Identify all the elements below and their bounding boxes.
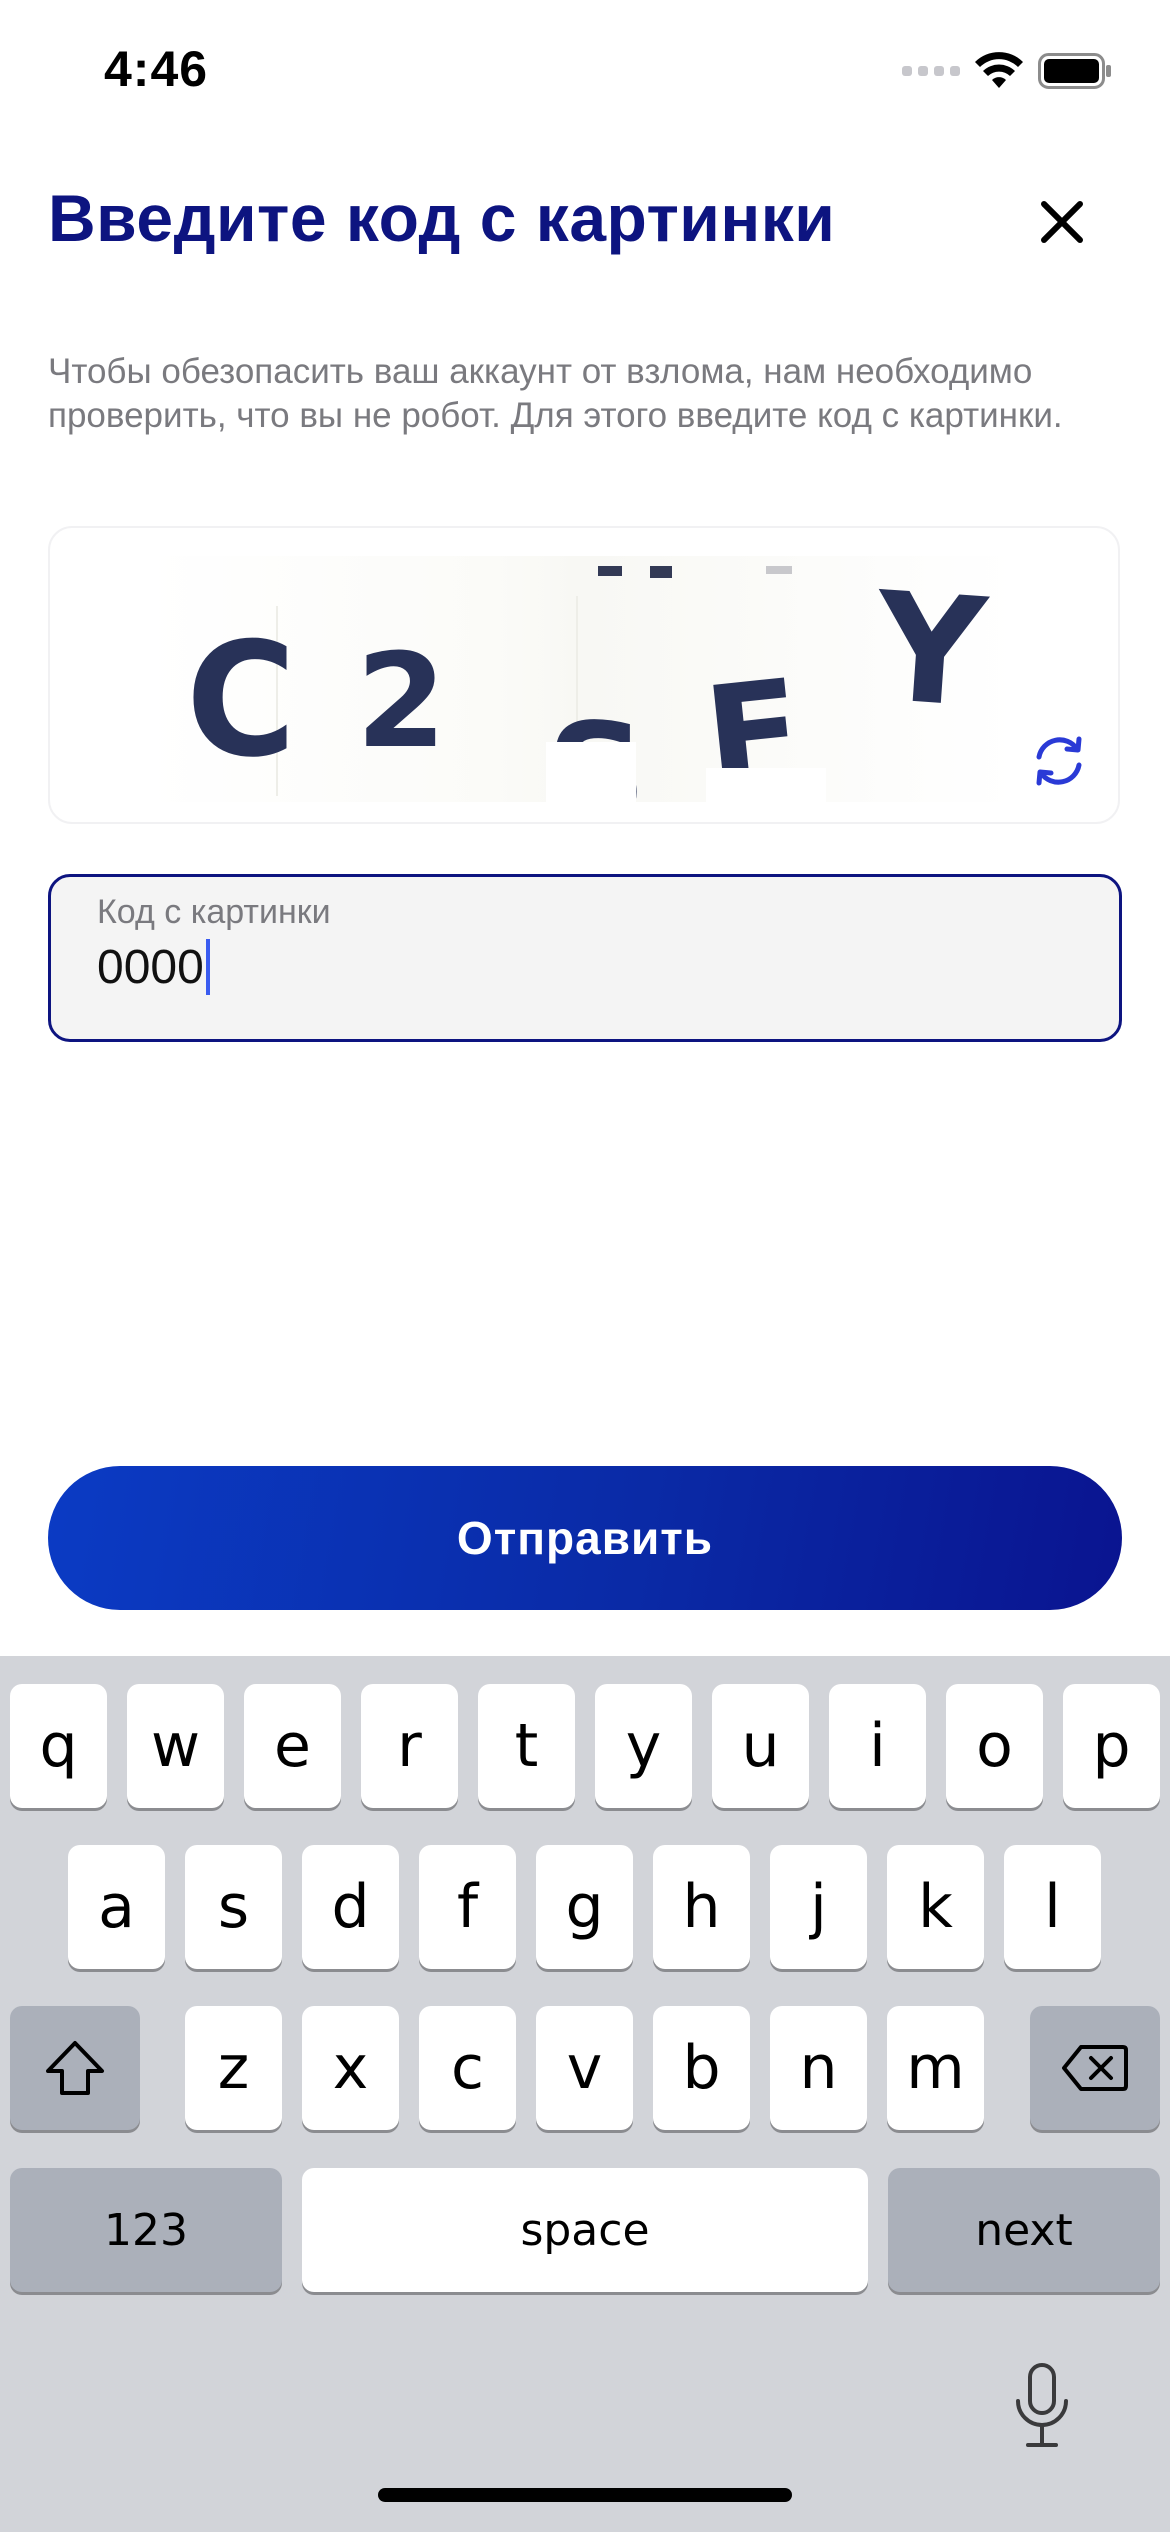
submit-button[interactable]: Отправить: [48, 1466, 1122, 1610]
captcha-image: C 2 S F Y: [146, 556, 1016, 802]
captcha-char: 2: [356, 625, 447, 777]
space-key[interactable]: space: [302, 2168, 868, 2292]
next-key[interactable]: next: [888, 2168, 1160, 2292]
numbers-key[interactable]: 123: [10, 2168, 282, 2292]
captcha-noise: [650, 566, 672, 578]
captcha-noise: [598, 566, 622, 576]
status-icons: [902, 52, 1112, 90]
text-caret: [205, 939, 210, 995]
captcha-noise: [706, 768, 826, 802]
key-w[interactable]: w: [127, 1684, 224, 1808]
key-c[interactable]: c: [419, 2006, 516, 2130]
refresh-icon: [1036, 736, 1082, 786]
close-button[interactable]: [1030, 190, 1094, 254]
wifi-icon: [975, 52, 1023, 88]
captcha-char: Y: [870, 560, 991, 742]
key-a[interactable]: a: [68, 1845, 165, 1969]
key-l[interactable]: l: [1004, 1845, 1101, 1969]
key-i[interactable]: i: [829, 1684, 926, 1808]
dictation-button[interactable]: [1002, 2356, 1082, 2456]
delete-key[interactable]: [1030, 2006, 1160, 2130]
home-indicator: [378, 2488, 792, 2502]
battery-icon: [1038, 53, 1111, 89]
captcha-code-value-row: 0000: [97, 939, 210, 995]
key-h[interactable]: h: [653, 1845, 750, 1969]
shift-key[interactable]: [10, 2006, 140, 2130]
key-n[interactable]: n: [770, 2006, 867, 2130]
key-m[interactable]: m: [887, 2006, 984, 2130]
shift-icon: [46, 2041, 104, 2095]
key-t[interactable]: t: [478, 1684, 575, 1808]
status-time: 4:46: [104, 41, 209, 97]
captcha-screen: 4:46 Введите код с картинки Чтобы обезоп…: [0, 0, 1170, 2532]
key-y[interactable]: y: [595, 1684, 692, 1808]
status-bar: 4:46: [0, 0, 1170, 140]
captcha-code-label: Код с картинки: [97, 893, 331, 931]
key-d[interactable]: d: [302, 1845, 399, 1969]
captcha-noise: [766, 566, 792, 574]
key-s[interactable]: s: [185, 1845, 282, 1969]
key-u[interactable]: u: [712, 1684, 809, 1808]
key-q[interactable]: q: [10, 1684, 107, 1808]
keyboard: q w e r t y u i o p a s d f g h j k l z …: [0, 1656, 1170, 2532]
captcha-box: C 2 S F Y: [48, 526, 1120, 824]
key-b[interactable]: b: [653, 2006, 750, 2130]
key-r[interactable]: r: [361, 1684, 458, 1808]
key-f[interactable]: f: [419, 1845, 516, 1969]
key-x[interactable]: x: [302, 2006, 399, 2130]
key-p[interactable]: p: [1063, 1684, 1160, 1808]
key-g[interactable]: g: [536, 1845, 633, 1969]
close-icon: [1041, 201, 1083, 243]
page-title: Введите код с картинки: [48, 181, 836, 255]
refresh-captcha-button[interactable]: [1024, 726, 1094, 796]
captcha-char: C: [186, 609, 297, 793]
key-e[interactable]: e: [244, 1684, 341, 1808]
microphone-icon: [1016, 2363, 1068, 2447]
key-k[interactable]: k: [887, 1845, 984, 1969]
captcha-noise: [546, 742, 636, 802]
key-v[interactable]: v: [536, 2006, 633, 2130]
cellular-signal-icon: [902, 66, 960, 76]
key-o[interactable]: o: [946, 1684, 1043, 1808]
delete-icon: [1062, 2045, 1128, 2091]
description-text: Чтобы обезопасить ваш аккаунт от взлома,…: [48, 352, 1063, 435]
key-j[interactable]: j: [770, 1845, 867, 1969]
key-z[interactable]: z: [185, 2006, 282, 2130]
captcha-code-value: 0000: [97, 940, 204, 994]
captcha-code-field[interactable]: Код с картинки 0000: [48, 874, 1122, 1042]
